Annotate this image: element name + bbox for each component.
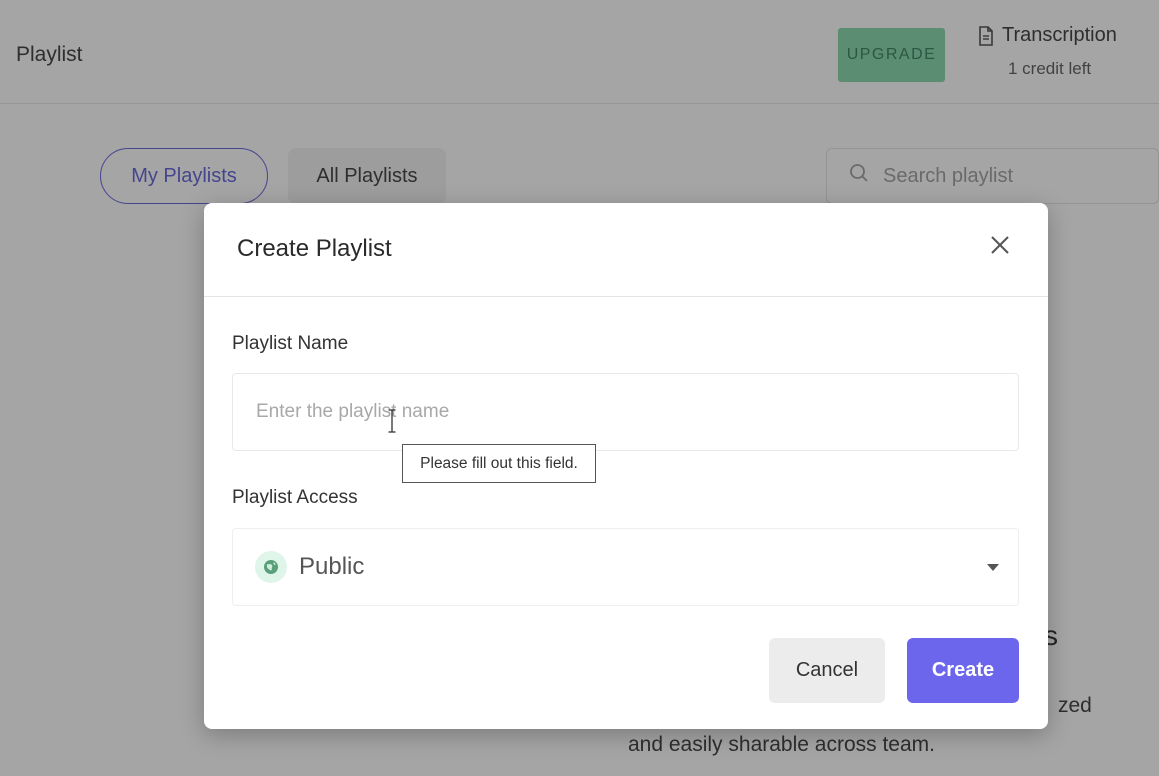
playlist-access-label: Playlist Access — [232, 487, 358, 508]
caret-down-icon — [987, 564, 999, 571]
modal-header: Create Playlist — [204, 203, 1048, 297]
text-cursor-icon — [388, 409, 396, 433]
globe-icon — [255, 551, 287, 583]
playlist-name-input[interactable] — [232, 373, 1019, 451]
close-button[interactable] — [984, 229, 1016, 261]
create-playlist-modal: Create Playlist Playlist Name Please fil… — [204, 203, 1048, 729]
validation-tooltip: Please fill out this field. — [402, 444, 596, 483]
cancel-button[interactable]: Cancel — [769, 638, 885, 703]
playlist-access-select[interactable]: Public — [232, 528, 1019, 606]
create-button[interactable]: Create — [907, 638, 1019, 703]
close-icon — [991, 236, 1009, 254]
access-selected-value: Public — [299, 553, 365, 580]
modal-title: Create Playlist — [237, 235, 392, 262]
playlist-name-label: Playlist Name — [232, 333, 349, 354]
